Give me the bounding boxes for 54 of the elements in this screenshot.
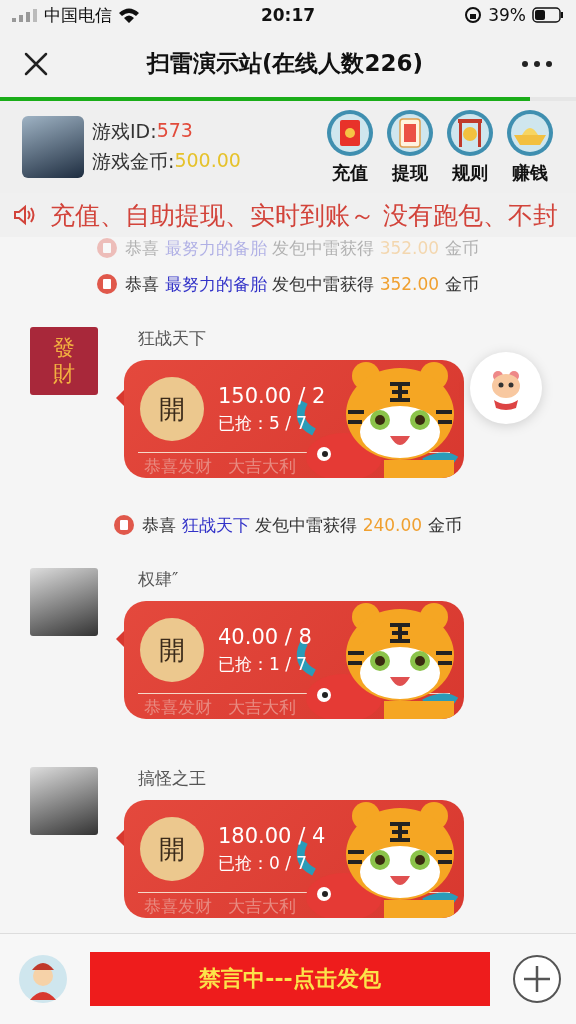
packet-card[interactable]: 開 180.00 / 4 已抢：0 / 7 恭喜发财 大吉大利 [124,800,464,918]
game-id-label: 游戏ID: [92,119,157,144]
avatar-photo [30,767,98,835]
grabbed-count: 已抢：0 / 7 [218,851,309,875]
grabbed-count: 已抢：5 / 7 [218,411,309,435]
packet-amount: 150.00 / 2 [218,383,326,408]
notice-text: 恭喜 狂战天下 发包中雷获得 240.00 金币 [142,513,462,537]
rules-button[interactable]: 规则 [452,161,488,185]
sender-name: 狂战天下 [138,327,207,350]
carrier-name: 中国电信 [44,3,112,27]
more-icon[interactable] [520,58,554,69]
battery-percent: 39% [488,5,526,25]
notice-text: 恭喜 最努力的备胎 发包中雷获得 352.00 金币 [125,272,479,296]
clock-time: 20:17 [260,5,316,25]
gong-icon[interactable] [446,109,494,157]
page-title: 扫雷演示站(在线人数226) [145,49,424,78]
coin-balance-label: 游戏金币: [92,149,175,174]
packet-greeting: 恭喜发财 大吉大利 [143,455,298,478]
coin-balance-value: 500.00 [174,149,241,173]
add-icon[interactable] [512,954,562,1004]
notice-text: 恭喜 最努力的备胎 发包中雷获得 352.00 金币 [125,237,479,260]
grabbed-count: 已抢：1 / 7 [218,652,309,676]
envelope-icon[interactable] [326,109,374,157]
packet-icon [97,238,118,258]
battery-icon [532,7,564,23]
packet-icon [97,274,118,294]
announcement-text: 充值、自助提现、实时到账～ 没有跑包、不封 [50,199,558,232]
packet-greeting: 恭喜发财 大吉大利 [143,895,298,918]
packet-icon [114,515,135,535]
open-packet-button[interactable]: 開 [140,817,204,881]
recharge-button[interactable]: 充值 [332,161,368,185]
avatar-photo [30,568,98,636]
packet-amount: 180.00 / 4 [218,823,326,848]
avatar-image: 發財 [30,327,98,395]
packet-card[interactable]: 開 150.00 / 2 已抢：5 / 7 恭喜发财 大吉大利 [124,360,464,478]
open-packet-button[interactable]: 開 [140,618,204,682]
packet-amount: 40.00 / 8 [218,624,312,649]
withdraw-button[interactable]: 提现 [392,161,428,185]
wifi-icon [118,7,140,23]
earn-button[interactable]: 赚钱 [512,161,548,185]
rotation-lock-icon [464,6,483,24]
packet-greeting: 恭喜发财 大吉大利 [143,696,298,719]
mascot-avatar-icon[interactable] [18,954,68,1004]
tile-icon[interactable] [386,109,434,157]
game-id-value: 573 [156,119,193,143]
sender-name: 权肆″ [138,568,180,591]
packet-card[interactable]: 開 40.00 / 8 已抢：1 / 7 恭喜发财 大吉大利 [124,601,464,719]
signal-icon [12,8,38,22]
open-packet-button[interactable]: 開 [140,377,204,441]
speaker-icon [12,203,36,227]
sender-name: 搞怪之王 [138,767,207,790]
ingot-icon[interactable] [506,109,554,157]
user-avatar-photo [22,116,84,178]
tiger-float-button[interactable] [468,350,544,426]
